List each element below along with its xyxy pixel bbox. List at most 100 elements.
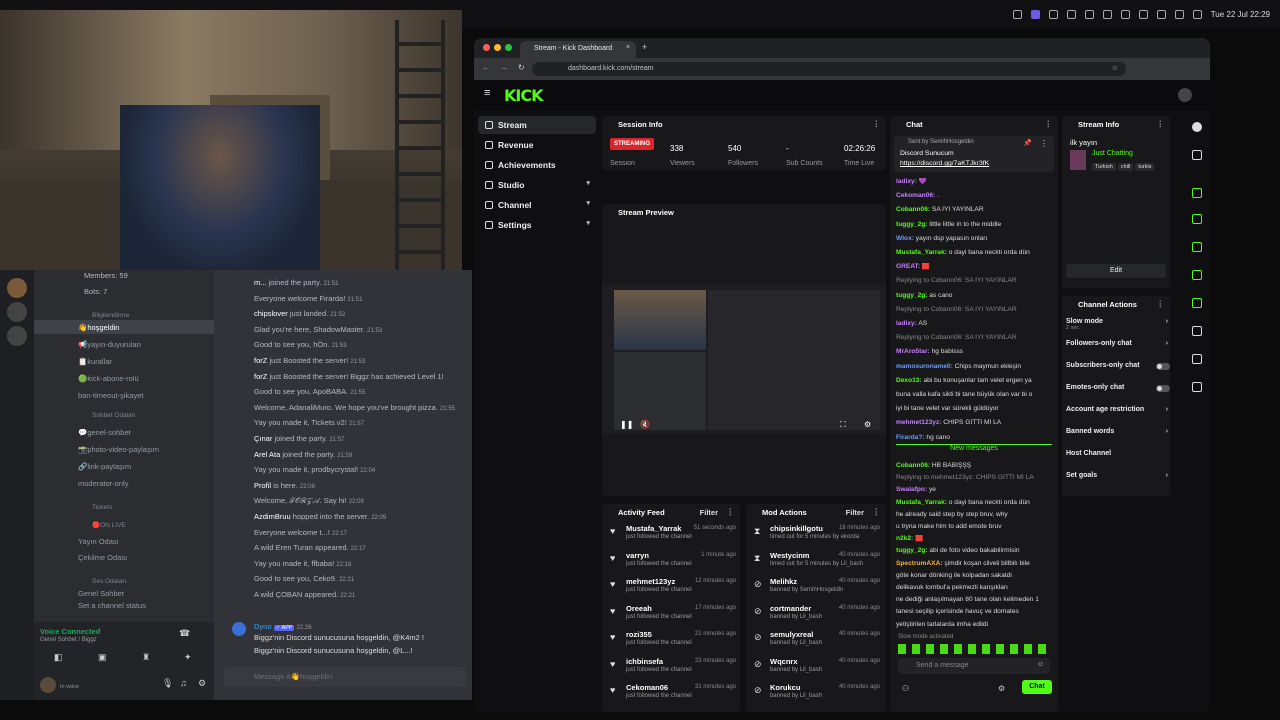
soundboard-icon[interactable]: ✦: [184, 652, 192, 663]
item-username[interactable]: Melihkz: [770, 577, 797, 586]
mod-action-item[interactable]: ⊘ cortmander banned by Lil_bash 40 minutes …: [746, 602, 886, 629]
chevron-down-icon[interactable]: ▾: [586, 219, 590, 227]
item-username[interactable]: Oreeah: [626, 604, 652, 613]
channel-item[interactable]: Çekilme Odası: [34, 550, 214, 564]
document-icon[interactable]: [1192, 242, 1202, 252]
stream-tag[interactable]: chill: [1117, 163, 1134, 171]
volume-icon[interactable]: [1102, 9, 1112, 19]
chat-message[interactable]: tuggy_2g: as cano: [896, 292, 1054, 300]
activity-item[interactable]: ♥ rozi355 just followed the channel 21 minu…: [602, 628, 742, 655]
chat-username[interactable]: Dexo13:: [896, 377, 922, 384]
item-username[interactable]: semulyxreal: [770, 630, 813, 639]
message-user[interactable]: chipslover: [254, 309, 288, 318]
chat-username[interactable]: Mustafa_Yarrak:: [896, 499, 947, 506]
chat-username[interactable]: Cekoman06:: [896, 192, 935, 199]
control-center-icon[interactable]: [1174, 9, 1184, 19]
nav-revenue[interactable]: Revenue: [478, 136, 596, 154]
chat-username[interactable]: ladixy:: [896, 320, 917, 327]
chat-message[interactable]: GREAT: 🟥: [896, 263, 1054, 271]
bot-avatar[interactable]: [232, 622, 246, 636]
chevron-right-icon[interactable]: ›: [1166, 340, 1168, 347]
chat-username[interactable]: SpectrumAXA:: [896, 560, 943, 567]
chat-message[interactable]: ladixy: 💜: [896, 178, 1054, 186]
discord-message-input[interactable]: Message #👋hoşgeldin: [224, 667, 466, 687]
activity-item[interactable]: ♥ varryn just followed the channel 1 minute…: [602, 549, 742, 576]
mod-action-item[interactable]: ⊘ semulyxreal banned by Lil_bash 40 minutes…: [746, 628, 886, 655]
menubar-clock[interactable]: Tue 22 Jul 22:29: [1211, 10, 1270, 19]
chat-message[interactable]: ne dediği anlaşılmayan 80 tane olan keli…: [896, 596, 1054, 604]
toggle-switch[interactable]: [1156, 385, 1170, 392]
chat-username[interactable]: MrAro5tar:: [896, 348, 930, 355]
item-username[interactable]: Cekoman06: [626, 683, 668, 692]
toggle-switch[interactable]: [1156, 363, 1170, 370]
chevron-right-icon[interactable]: ›: [1166, 406, 1168, 413]
display-icon[interactable]: [1192, 326, 1202, 336]
chat-username[interactable]: tuggy_2g:: [896, 547, 928, 554]
minimize-window-icon[interactable]: [494, 44, 501, 51]
chat-message[interactable]: yetiştirilen tarlalarda imha edildi: [896, 621, 1054, 629]
more-options-icon[interactable]: ⋮: [1157, 119, 1165, 128]
chat-message[interactable]: buna valla kafa sikti bi tane büyük olan…: [896, 391, 1054, 399]
pin-icon[interactable]: 📌: [1023, 139, 1032, 147]
back-icon[interactable]: ←: [482, 63, 490, 72]
hamburger-menu-icon[interactable]: ≡: [484, 87, 490, 99]
chat-message[interactable]: u tryna make him to add emote bruv: [896, 523, 1054, 531]
channel-action-subscribers-only-chat[interactable]: Subscribers-only chat: [1066, 362, 1172, 376]
channel-action-followers-only-chat[interactable]: Followers-only chat ›: [1066, 340, 1172, 354]
chat-message[interactable]: n2k2: 🟥: [896, 535, 1054, 543]
chat-message[interactable]: tanesi seçilip içerisinde havuç ve domat…: [896, 608, 1054, 616]
avatar[interactable]: [1178, 88, 1192, 102]
chat-message[interactable]: he already said step by step bruv, why: [896, 511, 1054, 519]
channel-item[interactable]: 💬genel-sohbet: [34, 425, 214, 439]
settings-gear-icon[interactable]: ⚙: [198, 678, 206, 689]
item-username[interactable]: Wqcnrx: [770, 657, 798, 666]
activity-item[interactable]: ♥ Cekoman06 just followed the channel 31 mi…: [602, 681, 742, 708]
chat-username[interactable]: mehmet123yz:: [896, 419, 941, 426]
chat-username[interactable]: Cobann06:: [896, 462, 930, 469]
channel-item[interactable]: 📢yayın-duyuruları: [34, 337, 214, 351]
chat-username[interactable]: n2k2:: [896, 535, 913, 542]
channel-item[interactable]: Yayın Odası: [34, 534, 214, 548]
item-username[interactable]: cortmander: [770, 604, 811, 613]
item-username[interactable]: Korukcu: [770, 683, 800, 692]
more-options-icon[interactable]: ⋮: [1157, 299, 1165, 308]
new-tab-icon[interactable]: +: [642, 42, 647, 52]
chat-message[interactable]: Replying to Cobann06: SA İYİ YAYINLAR: [896, 334, 1054, 342]
mic-icon[interactable]: 🎙: [162, 678, 173, 689]
screen-share-icon[interactable]: ▣: [98, 652, 107, 663]
add-icon[interactable]: [1192, 214, 1202, 224]
mod-action-item[interactable]: ⊘ Wqcnrx banned by Lil_bash 40 minutes ago: [746, 655, 886, 682]
chat-username[interactable]: ladixy:: [896, 178, 917, 185]
activity-item[interactable]: ♥ Oreeah just followed the channel 17 minut…: [602, 602, 742, 629]
chat-message[interactable]: Replying to Cobann06: SA İYİ YAYINLAR: [896, 277, 1054, 285]
channel-category[interactable]: 🔴ON LIVE: [34, 518, 214, 532]
chat-message[interactable]: mamosuroname0: Chips maymun ekleşin: [896, 363, 1054, 371]
nav-channel[interactable]: Channel ▾: [478, 196, 596, 214]
server-icon[interactable]: [7, 302, 27, 322]
chat-message[interactable]: tuggy_2g: abi de foto video bakabilirmis…: [896, 547, 1054, 555]
chat-message[interactable]: Cobann06: HB BABİŞŞŞ: [896, 462, 1054, 470]
share-icon[interactable]: [1192, 382, 1202, 392]
channel-item[interactable]: ban-timeout-şikayet: [34, 388, 214, 402]
close-window-icon[interactable]: [483, 44, 490, 51]
message-user[interactable]: m...: [254, 278, 267, 287]
pause-icon[interactable]: ❚❚: [620, 420, 633, 429]
channel-action-account-age-restriction[interactable]: Account age restriction ›: [1066, 406, 1172, 420]
channel-item[interactable]: 🔗link-paylaşım: [34, 459, 214, 473]
arrows-icon[interactable]: [1192, 298, 1202, 308]
channel-action-emotes-only-chat[interactable]: Emotes-only chat: [1066, 384, 1172, 398]
close-tab-icon[interactable]: ×: [626, 44, 630, 51]
chevron-down-icon[interactable]: ▾: [586, 199, 590, 207]
nav-settings[interactable]: Settings ▾: [478, 216, 596, 234]
wifi-icon[interactable]: [1138, 9, 1148, 19]
channel-category[interactable]: Sohbet Odaları: [34, 408, 214, 422]
settings-gear-icon[interactable]: ⚙: [998, 684, 1005, 693]
item-username[interactable]: chipsinkillgotu: [770, 524, 823, 533]
chat-message[interactable]: iyi bi tane velet var sürekli güldüyor: [896, 405, 1054, 413]
chat-username[interactable]: Swalafpo:: [896, 486, 927, 493]
settings-gear-icon[interactable]: ⚙: [864, 420, 871, 429]
channel-item[interactable]: moderator-only: [34, 476, 214, 490]
bluetooth-icon[interactable]: [1120, 9, 1130, 19]
item-username[interactable]: varryn: [626, 551, 649, 560]
item-username[interactable]: mehmet123yz: [626, 577, 675, 586]
